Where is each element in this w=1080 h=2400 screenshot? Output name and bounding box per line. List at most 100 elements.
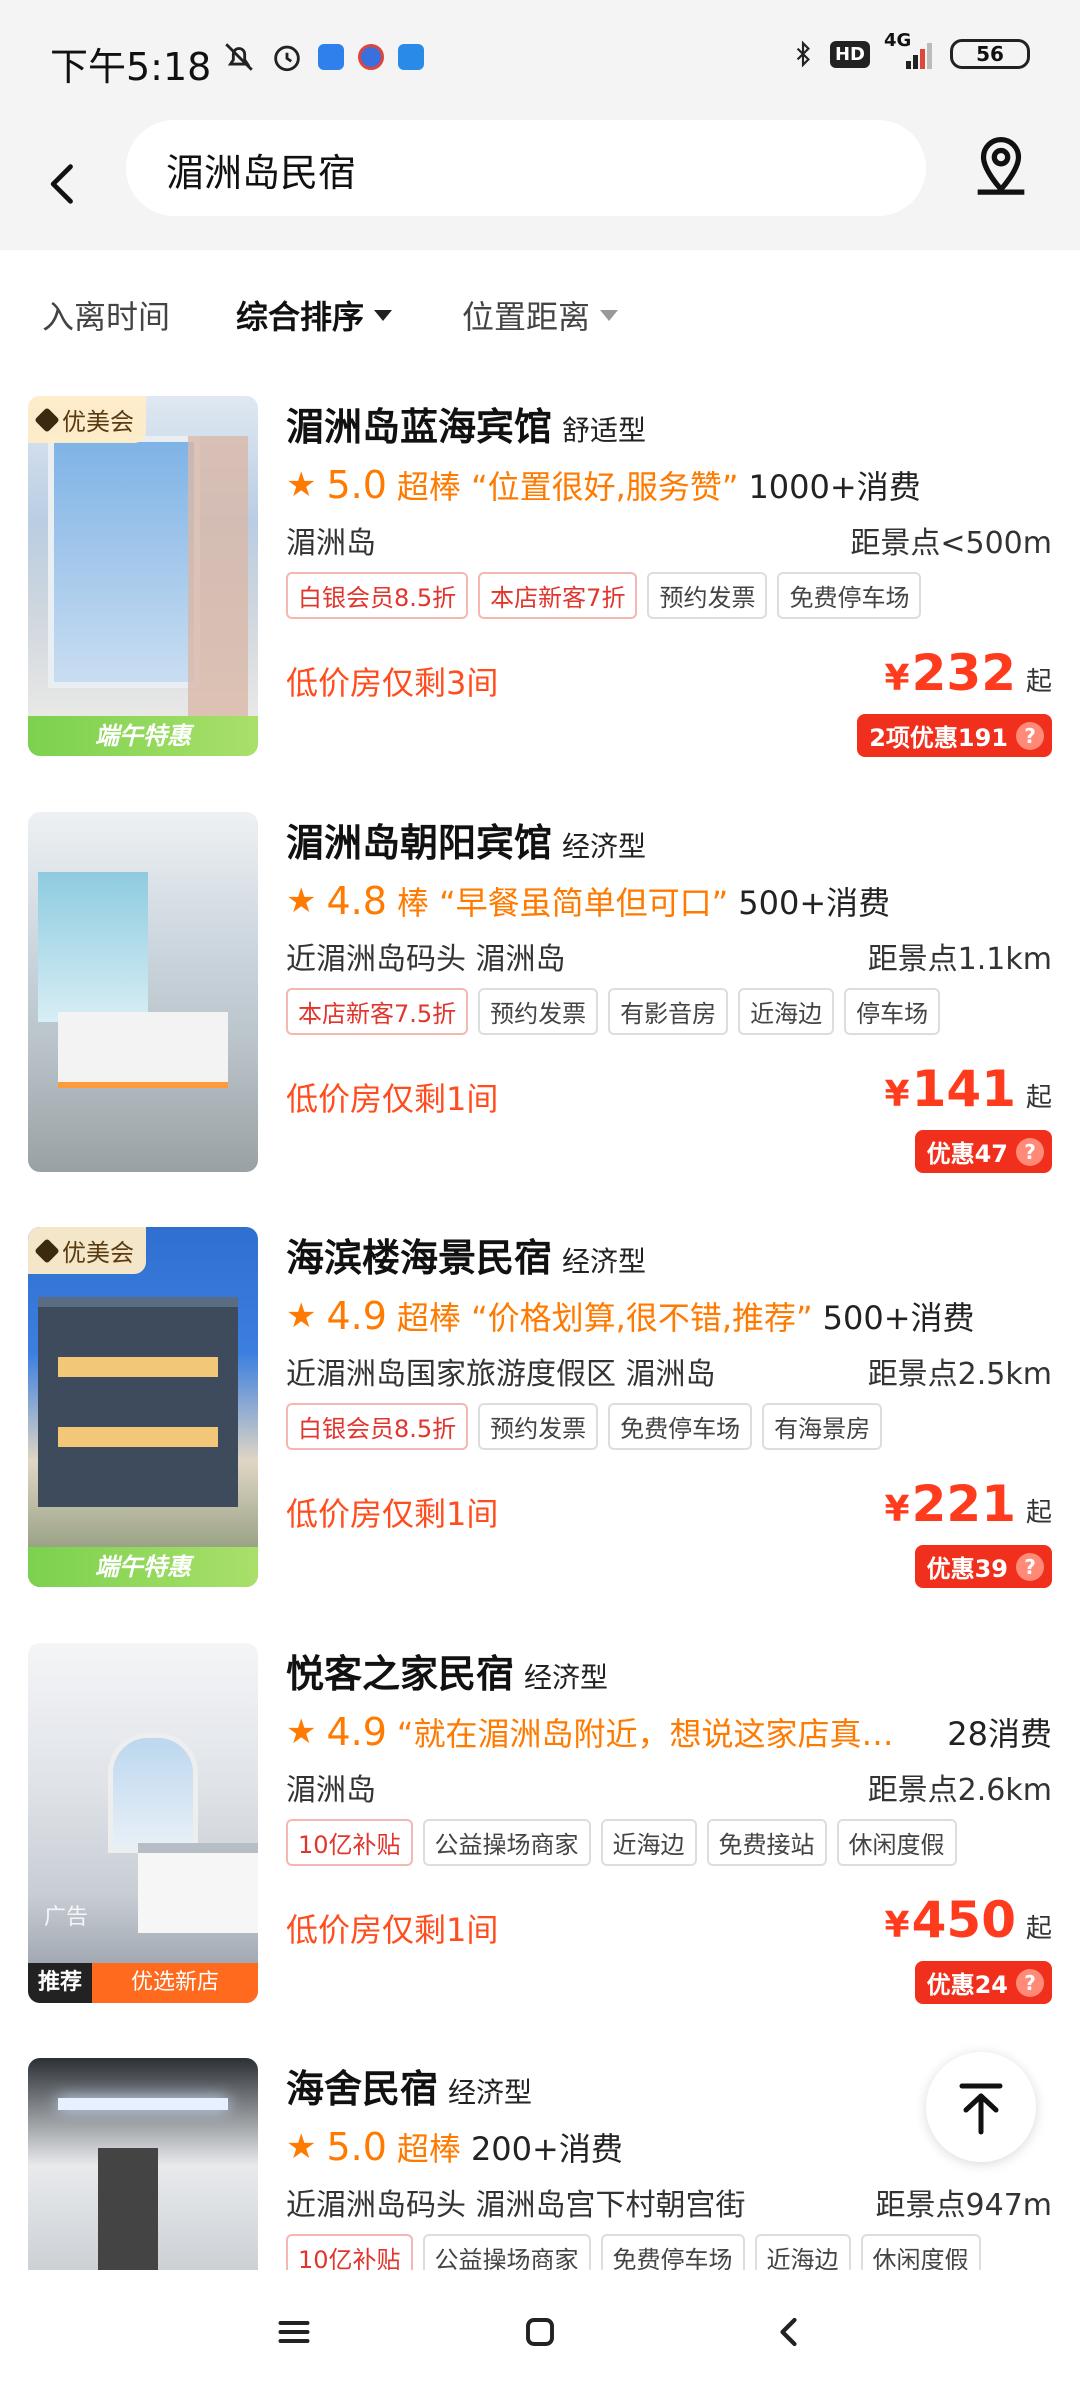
hotel-location: 近湄洲岛码头 湄洲岛宫下村朝宫街 bbox=[286, 2188, 746, 2223]
discount-badge[interactable]: 优惠24? bbox=[914, 1961, 1052, 2004]
rating-score: 4.8 bbox=[326, 879, 387, 923]
vip-text: 优美会 bbox=[62, 408, 134, 436]
filter-label: 入离时间 bbox=[42, 298, 171, 336]
hotel-type: 经济型 bbox=[448, 2076, 533, 2109]
ad-label: 广告 bbox=[44, 1905, 89, 1930]
filter-checkin-time[interactable]: 入离时间 bbox=[42, 292, 170, 338]
discount-text: 2项优惠191 bbox=[869, 724, 1008, 752]
hotel-title: 悦客之家民宿 经济型 bbox=[286, 1643, 608, 1698]
recommend-bar: 推荐 优选新店 bbox=[28, 1963, 258, 2003]
menu-icon[interactable] bbox=[276, 2314, 312, 2350]
price-suffix: 起 bbox=[1025, 667, 1052, 697]
help-icon: ? bbox=[1016, 721, 1044, 750]
discount-badge[interactable]: 优惠39? bbox=[914, 1545, 1052, 1588]
filter-sort[interactable]: 综合排序 bbox=[236, 292, 393, 338]
hotel-type: 经济型 bbox=[562, 830, 647, 863]
app-notification-icon bbox=[318, 44, 344, 70]
help-icon: ? bbox=[1016, 1968, 1044, 1997]
home-icon[interactable] bbox=[522, 2314, 558, 2350]
star-icon: ★ bbox=[286, 1712, 317, 1752]
price-suffix: 起 bbox=[1025, 1914, 1052, 1944]
hotel-card[interactable]: 优美会 端午特惠 湄洲岛蓝海宾馆 舒适型 ★ 5.0 超棒 “位置很好,服务赞” 100… bbox=[0, 396, 1080, 796]
back-icon[interactable] bbox=[772, 2314, 808, 2350]
rating-score: 5.0 bbox=[326, 463, 387, 507]
tag-list: 10亿补贴 公益操场商家 近海边 免费接站 休闲度假 bbox=[286, 1819, 957, 1866]
bluetooth-icon bbox=[796, 40, 810, 68]
silent-icon bbox=[225, 43, 253, 71]
discount-text: 优惠47 bbox=[926, 1140, 1008, 1168]
currency-symbol: ¥ bbox=[884, 1074, 910, 1115]
tag: 有海景房 bbox=[762, 1403, 883, 1450]
hotel-title: 海舍民宿 经济型 bbox=[286, 2058, 532, 2113]
tag: 免费停车场 bbox=[777, 572, 922, 619]
tag: 免费接站 bbox=[706, 1819, 827, 1866]
hotel-distance: 距景点<500m bbox=[850, 526, 1052, 561]
sales-count: 1000+消费 bbox=[748, 468, 921, 506]
help-icon: ? bbox=[1016, 1137, 1044, 1166]
sales-count: 28消费 bbox=[947, 1715, 1052, 1753]
app-notification-icon bbox=[398, 44, 424, 70]
diamond-icon bbox=[34, 1237, 60, 1264]
low-stock-text: 低价房仅剩3间 bbox=[286, 664, 499, 702]
discount-text: 优惠39 bbox=[926, 1555, 1008, 1583]
status-time: 下午5:18 bbox=[50, 45, 212, 89]
search-input[interactable]: 湄洲岛民宿 bbox=[126, 120, 926, 216]
price: ¥141 起 bbox=[885, 1060, 1052, 1118]
sales-count: 200+消费 bbox=[470, 2130, 623, 2168]
hotel-card[interactable]: 湄洲岛朝阳宾馆 经济型 ★ 4.8 棒 “早餐虽简单但可口” 500+消费 近湄洲岛码头… bbox=[0, 812, 1080, 1212]
tag: 免费停车场 bbox=[608, 1403, 753, 1450]
hotel-distance: 距景点1.1km bbox=[867, 942, 1052, 977]
tag: 有影音房 bbox=[608, 988, 729, 1035]
promo-banner: 端午特惠 bbox=[28, 716, 258, 756]
back-to-top-button[interactable] bbox=[926, 2052, 1036, 2162]
tag: 本店新客7折 bbox=[478, 572, 638, 619]
vip-text: 优美会 bbox=[62, 1239, 134, 1267]
sales-count: 500+消费 bbox=[822, 1299, 975, 1337]
price: ¥450 起 bbox=[885, 1891, 1052, 1949]
search-header: 湄洲岛民宿 bbox=[0, 120, 1080, 378]
map-pin-icon[interactable] bbox=[966, 128, 1036, 198]
hotel-card[interactable]: 海舍民宿 经济型 ★ 5.0 超棒 200+消费 近湄洲岛码头 湄洲岛宫下村朝宫街 距景… bbox=[0, 2058, 1080, 2270]
alarm-icon bbox=[274, 45, 300, 72]
rating-score: 5.0 bbox=[326, 2125, 387, 2169]
tag-list: 白银会员8.5折 预约发票 免费停车场 有海景房 bbox=[286, 1403, 883, 1450]
price: ¥221 起 bbox=[885, 1475, 1052, 1533]
review-text: “就在湄洲岛附近，想说这家店真… bbox=[396, 1715, 894, 1753]
hotel-location: 近湄洲岛国家旅游度假区 湄洲岛 bbox=[286, 1357, 716, 1392]
tag: 休闲度假 bbox=[860, 2234, 981, 2270]
vip-badge: 优美会 bbox=[28, 396, 146, 443]
filter-bar: 入离时间 综合排序 位置距离 bbox=[0, 250, 1080, 380]
hotel-photo bbox=[28, 2058, 258, 2270]
signal-icon: 4G bbox=[884, 32, 936, 71]
hotel-title: 湄洲岛蓝海宾馆 舒适型 bbox=[286, 396, 646, 451]
rating-score: 4.9 bbox=[326, 1710, 387, 1754]
hotel-type: 经济型 bbox=[524, 1661, 609, 1694]
back-arrow-icon[interactable] bbox=[38, 158, 90, 210]
vip-badge: 优美会 bbox=[28, 1227, 146, 1274]
hotel-card[interactable]: 广告 推荐 优选新店 悦客之家民宿 经济型 ★ 4.9 “就在湄洲岛附近，想说这家店真…… bbox=[0, 1643, 1080, 2043]
hotel-photo: 优美会 端午特惠 bbox=[28, 1227, 258, 1587]
tag: 白银会员8.5折 bbox=[286, 1403, 469, 1450]
hotel-distance: 距景点2.6km bbox=[867, 1773, 1052, 1808]
filter-distance[interactable]: 位置距离 bbox=[462, 292, 619, 338]
star-icon: ★ bbox=[286, 881, 317, 921]
currency-symbol: ¥ bbox=[884, 1905, 910, 1946]
review-text: 超棒 “价格划算,很不错,推荐” bbox=[396, 1299, 813, 1337]
rating-row: ★ 5.0 超棒 “位置很好,服务赞” 1000+消费 bbox=[286, 462, 921, 508]
tag: 休闲度假 bbox=[836, 1819, 957, 1866]
hotel-card[interactable]: 优美会 端午特惠 海滨楼海景民宿 经济型 ★ 4.9 超棒 “价格划算,很不错,推荐”… bbox=[0, 1227, 1080, 1627]
hotel-name: 海滨楼海景民宿 bbox=[286, 1236, 553, 1280]
star-icon: ★ bbox=[286, 465, 317, 505]
filter-label: 位置距离 bbox=[462, 298, 591, 336]
tag: 近海边 bbox=[600, 1819, 697, 1866]
price-value: 232 bbox=[911, 644, 1016, 702]
discount-badge[interactable]: 优惠47? bbox=[914, 1130, 1052, 1173]
rating-row: ★ 4.9 超棒 “价格划算,很不错,推荐” 500+消费 bbox=[286, 1293, 975, 1339]
tag: 本店新客7.5折 bbox=[286, 988, 469, 1035]
low-stock-text: 低价房仅剩1间 bbox=[286, 1911, 499, 1949]
back-to-top-icon bbox=[959, 2083, 1003, 2135]
help-icon: ? bbox=[1016, 1552, 1044, 1581]
currency-symbol: ¥ bbox=[884, 1489, 910, 1530]
filter-label: 综合排序 bbox=[236, 298, 365, 336]
discount-badge[interactable]: 2项优惠191? bbox=[857, 714, 1052, 757]
